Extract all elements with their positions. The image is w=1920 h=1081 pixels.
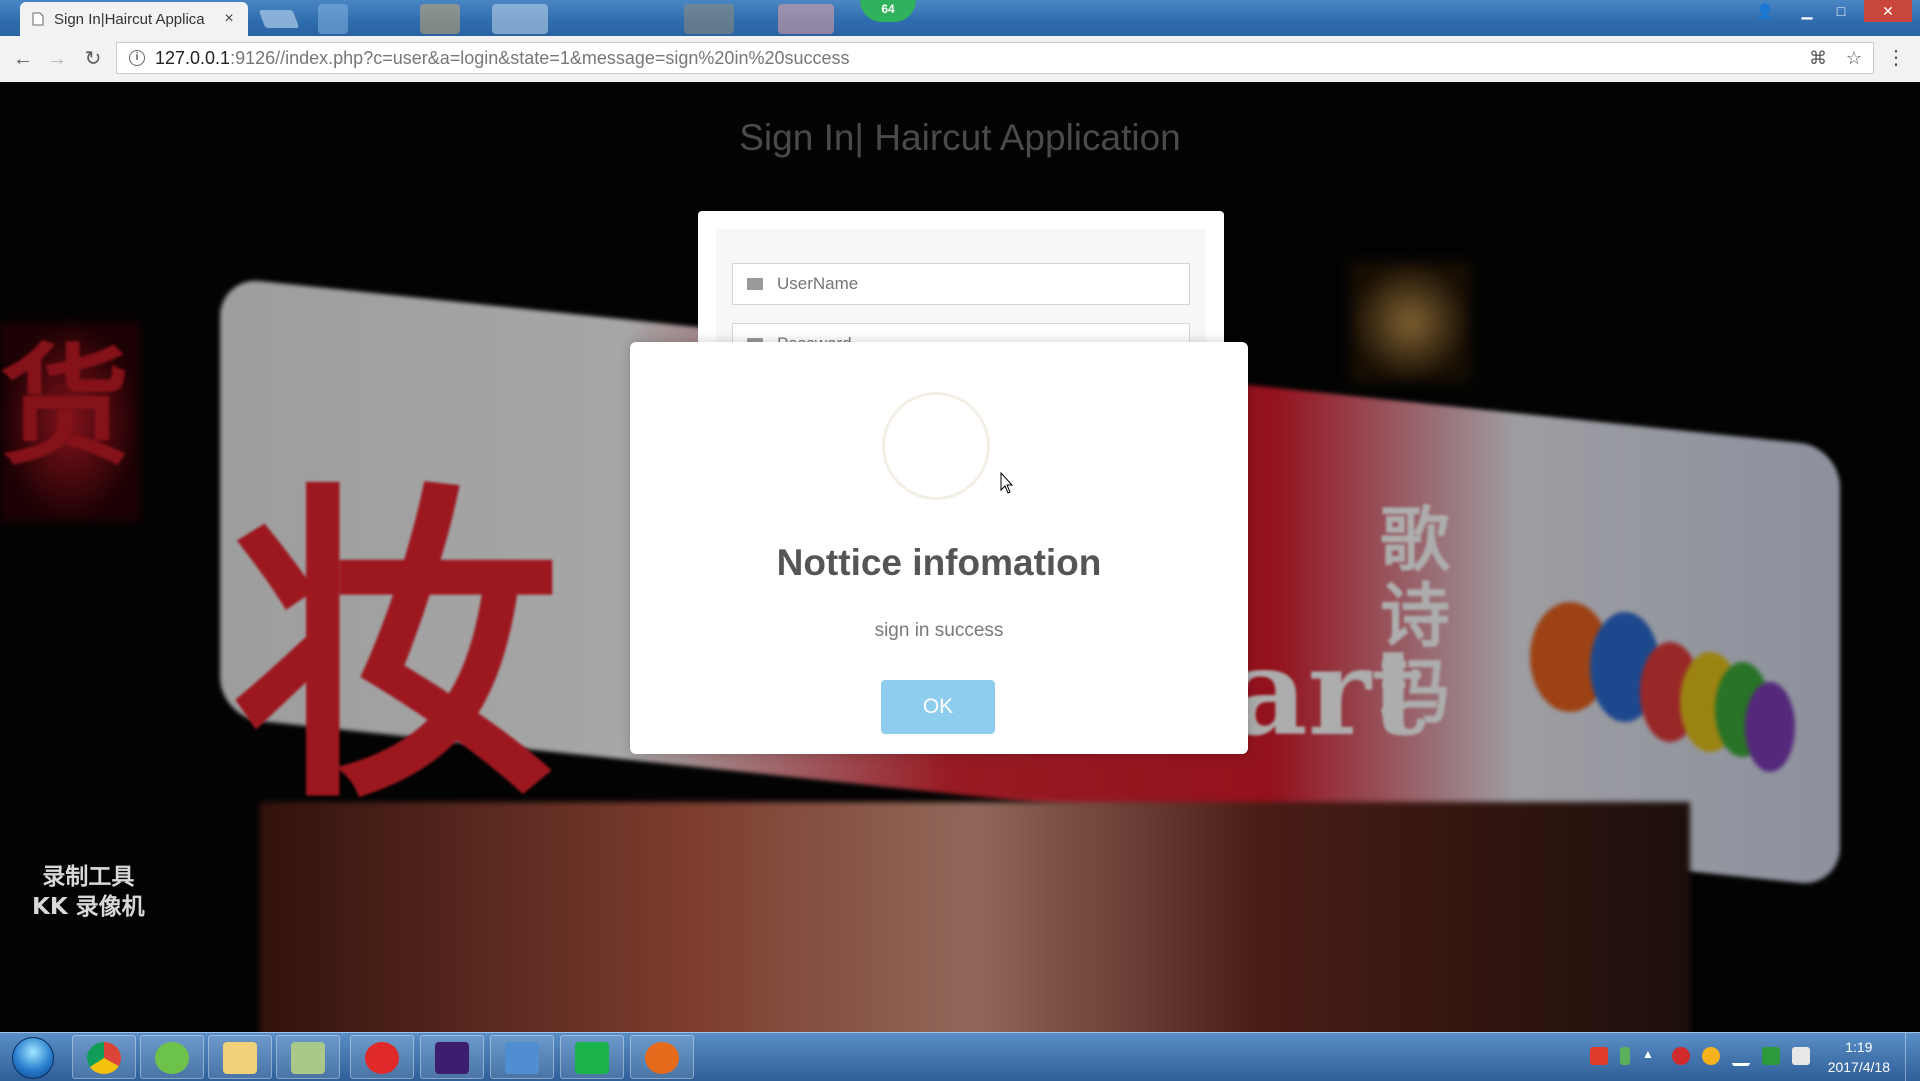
clock-date: 2017/4/18 (1827, 1059, 1890, 1075)
taskbar-file-explorer[interactable] (208, 1035, 272, 1079)
taskbar-chrome[interactable] (72, 1035, 136, 1079)
page-title: Sign In| Haircut Application (739, 117, 1181, 158)
watermark-line2: KK 录像机 (32, 894, 145, 920)
username-input[interactable] (775, 273, 1159, 295)
system-clock[interactable]: 1:19 2017/4/18 (1828, 1037, 1890, 1077)
dialog-title: Nottice infomation (776, 542, 1102, 583)
windows-logo-icon (12, 1037, 54, 1079)
mouse-cursor-icon (1000, 472, 1014, 494)
back-button[interactable]: ← (10, 46, 36, 72)
url-text[interactable]: 127.0.0.1:9126//index.php?c=user&a=login… (155, 48, 850, 69)
page-icon (32, 12, 44, 26)
blurred-background-icon (420, 4, 460, 34)
chevron-up-icon[interactable]: ▲ (1642, 1047, 1660, 1065)
windows-taskbar: ▲ 1:19 2017/4/18 (0, 1032, 1920, 1081)
blurred-background-icon (778, 4, 834, 34)
watermark-line1: 录制工具 (42, 864, 135, 890)
network-signal-icon[interactable] (1732, 1045, 1750, 1066)
window-close-button[interactable]: ✕ (1864, 0, 1912, 22)
omnibox-actions: ⌘ ☆ (1807, 47, 1865, 69)
music-icon (365, 1042, 399, 1074)
tab-close-icon[interactable]: × (220, 10, 238, 28)
system-tray: ▲ (1590, 1045, 1810, 1066)
taskbar-notepad[interactable] (276, 1035, 340, 1079)
translate-icon[interactable]: ⌘ (1807, 47, 1829, 69)
green-leaf-icon (155, 1042, 189, 1074)
envelope-icon (747, 278, 763, 290)
notepad-icon (291, 1042, 325, 1074)
address-bar[interactable]: i 127.0.0.1:9126//index.php?c=user&a=log… (116, 42, 1874, 74)
dialog-message: sign in success (874, 620, 1004, 641)
input-method-icon[interactable] (1590, 1046, 1608, 1065)
s-app-icon (575, 1042, 609, 1074)
qq-icon[interactable] (1702, 1046, 1720, 1065)
ok-button[interactable]: OK (881, 680, 995, 734)
url-path: :9126//index.php?c=user&a=login&state=1&… (230, 47, 850, 68)
notification-badge: 64 (860, 0, 916, 22)
monitor-icon[interactable] (1762, 1046, 1780, 1065)
notice-dialog: Nottice infomation sign in success OK (630, 342, 1248, 754)
clock-time: 1:19 (1845, 1039, 1873, 1055)
browser-toolbar: ← → ↻ i 127.0.0.1:9126//index.php?c=user… (0, 36, 1920, 83)
maximize-button[interactable]: □ (1824, 0, 1858, 22)
browser-titlebar: Sign In|Haircut Applica × 64 👤 ▁ □ ✕ (0, 0, 1920, 36)
profile-icon[interactable]: 👤 (1748, 0, 1782, 22)
blurred-background-icon (492, 4, 548, 34)
taskbar-phpstorm[interactable] (420, 1035, 484, 1079)
chrome-icon (87, 1042, 121, 1074)
minimize-button[interactable]: ▁ (1790, 0, 1824, 22)
folder-icon (223, 1042, 257, 1074)
battery-icon[interactable] (1620, 1046, 1630, 1065)
bookmark-star-icon[interactable]: ☆ (1843, 47, 1865, 69)
new-tab-button[interactable] (258, 10, 300, 28)
phpstorm-icon (435, 1042, 469, 1074)
taskbar-netease-music[interactable] (350, 1035, 414, 1079)
taskbar-app-mask[interactable] (630, 1035, 694, 1079)
info-icon[interactable]: i (129, 50, 145, 66)
taskbar-folder[interactable] (490, 1035, 554, 1079)
recorder-watermark: 录制工具 KK 录像机 (32, 862, 145, 922)
window-icon (505, 1042, 539, 1074)
forward-button[interactable]: → (44, 46, 70, 72)
show-desktop-button[interactable] (1905, 1033, 1920, 1081)
browser-tab[interactable]: Sign In|Haircut Applica × (20, 2, 248, 36)
success-circle-icon (882, 392, 990, 500)
username-field[interactable] (732, 263, 1190, 305)
security-icon[interactable] (1672, 1046, 1690, 1065)
start-button[interactable] (4, 1035, 60, 1079)
page-viewport: 妆 货 art 歌诗玛 Sign In| Haircut Application… (0, 82, 1920, 1032)
taskbar-app-green[interactable] (140, 1035, 204, 1079)
reload-button[interactable]: ↻ (80, 46, 106, 72)
tab-title: Sign In|Haircut Applica (54, 10, 205, 28)
blurred-background-icon (684, 4, 734, 34)
volume-icon[interactable] (1792, 1046, 1810, 1065)
url-host: 127.0.0.1 (155, 47, 231, 68)
mask-icon (645, 1042, 679, 1074)
taskbar-app-s[interactable] (560, 1035, 624, 1079)
menu-icon[interactable]: ⋮ (1886, 48, 1906, 68)
blurred-background-icon (318, 4, 348, 34)
